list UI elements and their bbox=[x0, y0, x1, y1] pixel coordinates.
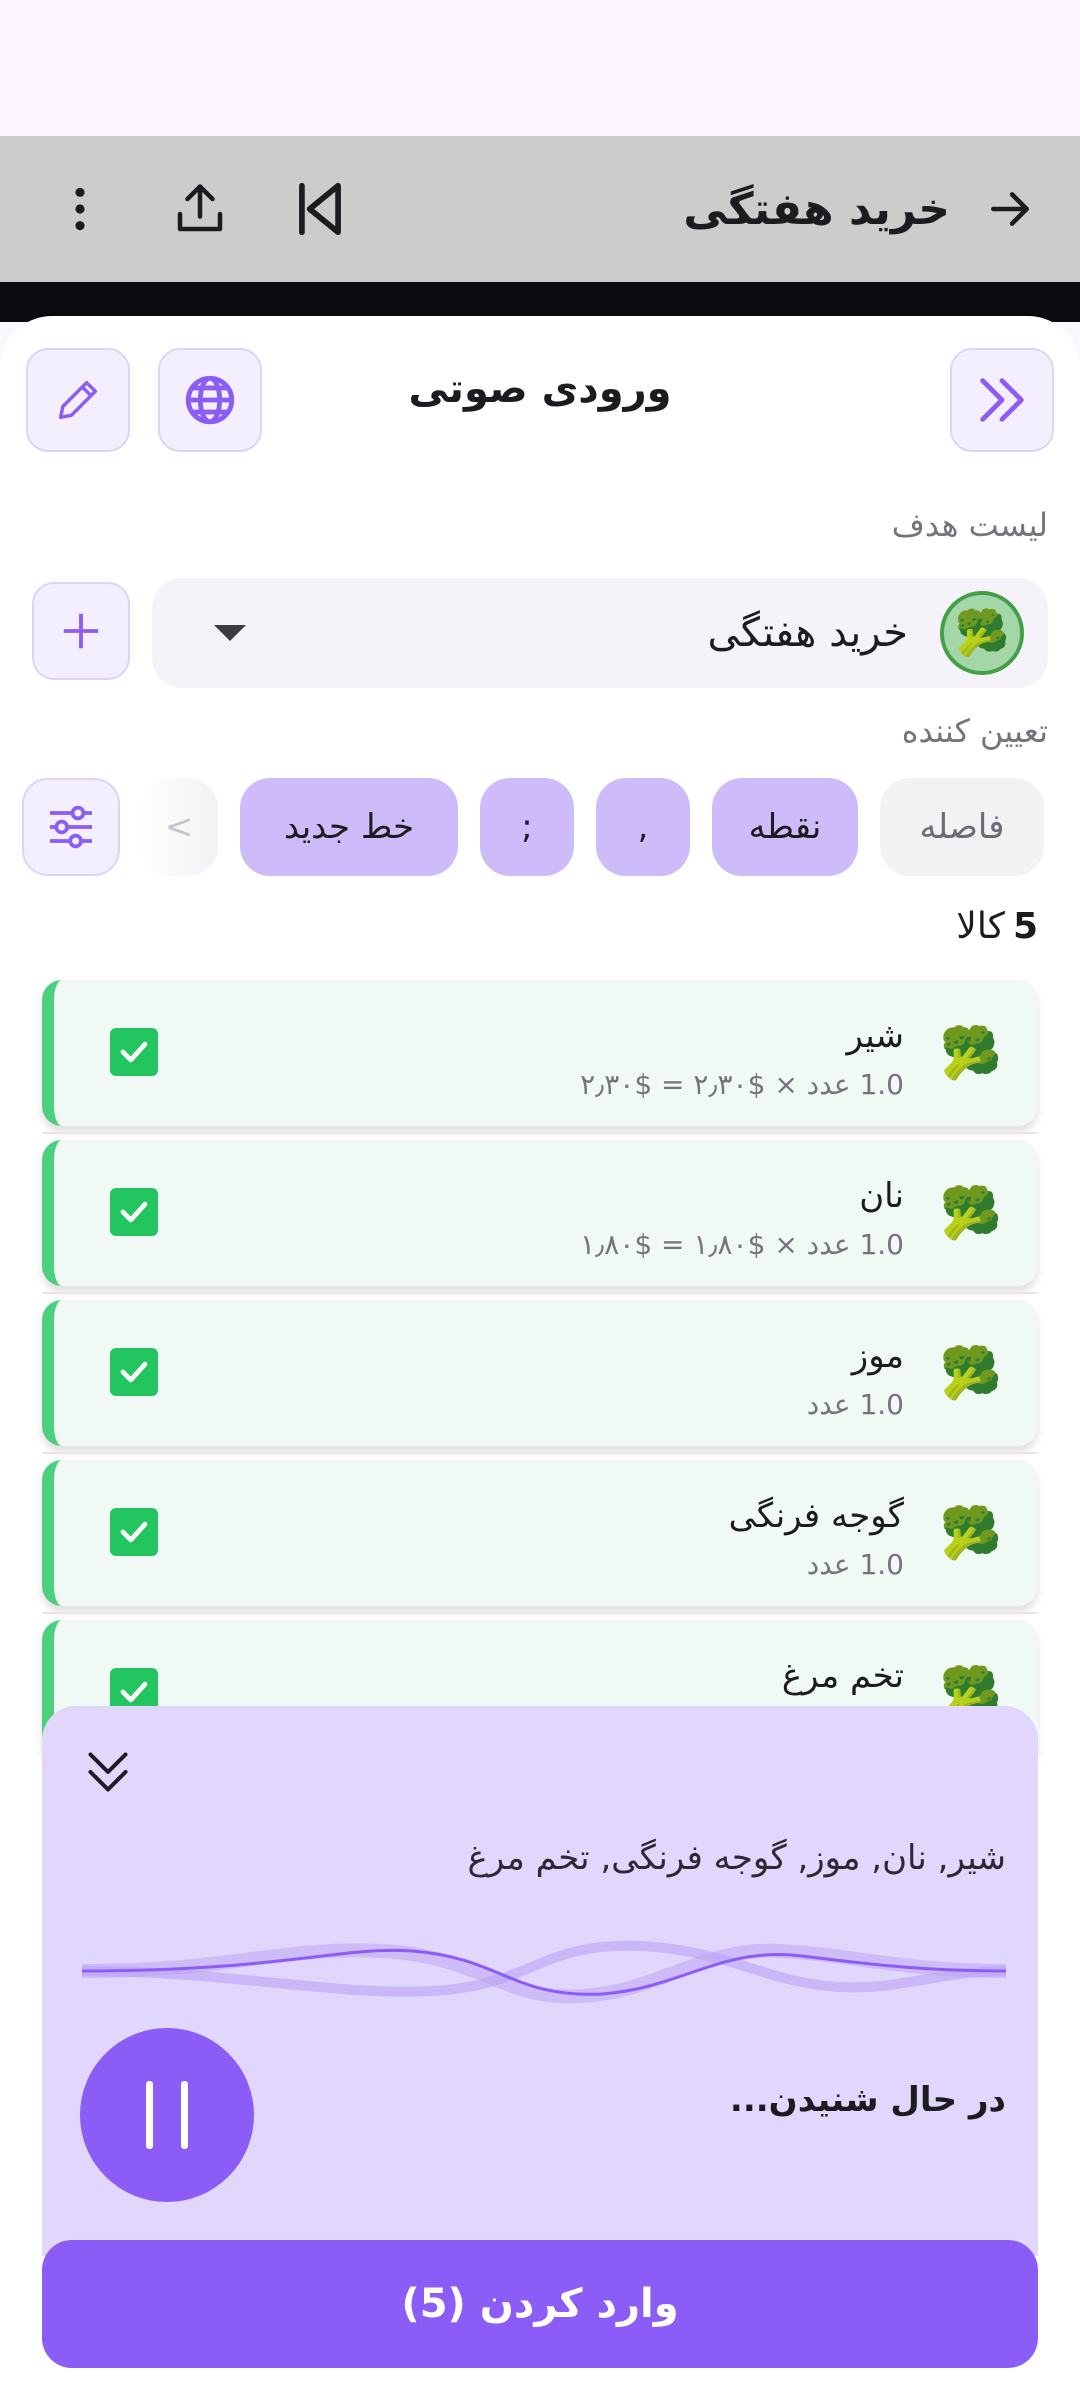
item-emoji: 🥦 bbox=[939, 1504, 1002, 1562]
pencil-icon bbox=[58, 380, 98, 420]
double-chevron-right-icon bbox=[980, 378, 1024, 422]
chip-newline[interactable]: خط جدید bbox=[240, 778, 458, 876]
language-button[interactable] bbox=[158, 348, 262, 452]
list-name: خرید هفتگی bbox=[707, 610, 908, 656]
collapse-sheet-button[interactable] bbox=[950, 348, 1054, 452]
back-button[interactable] bbox=[980, 179, 1040, 239]
item-name: تخم مرغ bbox=[781, 1656, 904, 1696]
pause-icon bbox=[146, 2081, 188, 2149]
sheet-title: ورودی صوتی bbox=[408, 366, 672, 412]
delimiter-settings-button[interactable] bbox=[22, 778, 120, 876]
chip-semicolon[interactable]: ; bbox=[480, 778, 574, 876]
target-list-label: لیست هدف bbox=[891, 506, 1048, 544]
item-detail: 1.0 عدد bbox=[806, 1388, 904, 1421]
item-count-unit: کالا bbox=[956, 906, 1005, 947]
list-item[interactable]: 🥦 نان 1.0 عدد × $۱٫۸۰ = $۱٫۸۰ bbox=[42, 1140, 1038, 1286]
chip-greater[interactable]: > bbox=[140, 778, 218, 876]
skip-first-icon bbox=[299, 182, 341, 236]
page-title: خرید هفتگی bbox=[683, 183, 950, 235]
edit-button[interactable] bbox=[26, 348, 130, 452]
item-checkbox[interactable] bbox=[110, 1188, 158, 1236]
delimiter-label: تعیین کننده bbox=[901, 712, 1048, 750]
list-avatar: 🥦 bbox=[940, 591, 1024, 675]
caret-down-icon bbox=[214, 625, 246, 641]
chip-comma[interactable]: , bbox=[596, 778, 690, 876]
chip-space[interactable]: فاصله bbox=[880, 778, 1044, 876]
share-button[interactable] bbox=[160, 169, 240, 249]
transcript-text: شیر, نان, موز, گوجه فرنگی, تخم مرغ bbox=[467, 1838, 1006, 1878]
check-icon bbox=[120, 1041, 148, 1063]
item-checkbox[interactable] bbox=[110, 1028, 158, 1076]
plus-icon bbox=[63, 613, 99, 649]
item-emoji: 🥦 bbox=[939, 1184, 1002, 1242]
list-item[interactable]: 🥦 موز 1.0 عدد bbox=[42, 1300, 1038, 1446]
item-divider bbox=[42, 1292, 1038, 1294]
item-name: شیر bbox=[846, 1016, 904, 1056]
arrow-right-icon bbox=[991, 192, 1029, 226]
item-divider bbox=[42, 1452, 1038, 1454]
skip-first-button[interactable] bbox=[280, 169, 360, 249]
target-list-dropdown[interactable]: 🥦 خرید هفتگی bbox=[152, 578, 1048, 688]
item-name: گوجه فرنگی bbox=[728, 1496, 904, 1536]
more-vertical-icon bbox=[75, 187, 85, 231]
item-divider bbox=[42, 1612, 1038, 1614]
list-item[interactable]: 🥦 گوجه فرنگی 1.0 عدد bbox=[42, 1460, 1038, 1606]
item-count-number: 5 bbox=[1012, 906, 1038, 947]
check-icon bbox=[120, 1361, 148, 1383]
item-checkbox[interactable] bbox=[110, 1508, 158, 1556]
audio-waveform bbox=[82, 1940, 1006, 2004]
item-checkbox[interactable] bbox=[110, 1348, 158, 1396]
hide-panel-button[interactable] bbox=[78, 1742, 138, 1802]
item-emoji: 🥦 bbox=[939, 1344, 1002, 1402]
more-button[interactable] bbox=[40, 169, 120, 249]
globe-icon bbox=[185, 375, 235, 425]
item-name: موز bbox=[851, 1336, 904, 1376]
chip-dot[interactable]: نقطه bbox=[712, 778, 858, 876]
item-name: نان bbox=[859, 1176, 904, 1216]
list-item[interactable]: 🥦 شیر 1.0 عدد × $۲٫۳۰ = $۲٫۳۰ bbox=[42, 980, 1038, 1126]
item-count: 5کالا bbox=[956, 906, 1038, 947]
add-list-button[interactable] bbox=[32, 582, 130, 680]
item-emoji: 🥦 bbox=[939, 1024, 1002, 1082]
pause-recording-button[interactable] bbox=[80, 2028, 254, 2202]
item-detail: 1.0 عدد × $۱٫۸۰ = $۱٫۸۰ bbox=[580, 1228, 904, 1261]
check-icon bbox=[120, 1521, 148, 1543]
check-icon bbox=[120, 1201, 148, 1223]
item-detail: 1.0 عدد bbox=[806, 1548, 904, 1581]
double-chevron-down-icon bbox=[88, 1752, 128, 1792]
status-bar bbox=[0, 0, 1080, 136]
share-icon bbox=[177, 184, 223, 232]
import-button[interactable]: وارد کردن (5) bbox=[42, 2240, 1038, 2368]
sliders-icon bbox=[50, 805, 92, 849]
app-bar: خرید هفتگی bbox=[0, 136, 1080, 282]
item-detail: 1.0 عدد × $۲٫۳۰ = $۲٫۳۰ bbox=[580, 1068, 904, 1101]
item-divider bbox=[42, 1132, 1038, 1134]
listening-status: در حال شنیدن... bbox=[729, 2080, 1006, 2120]
